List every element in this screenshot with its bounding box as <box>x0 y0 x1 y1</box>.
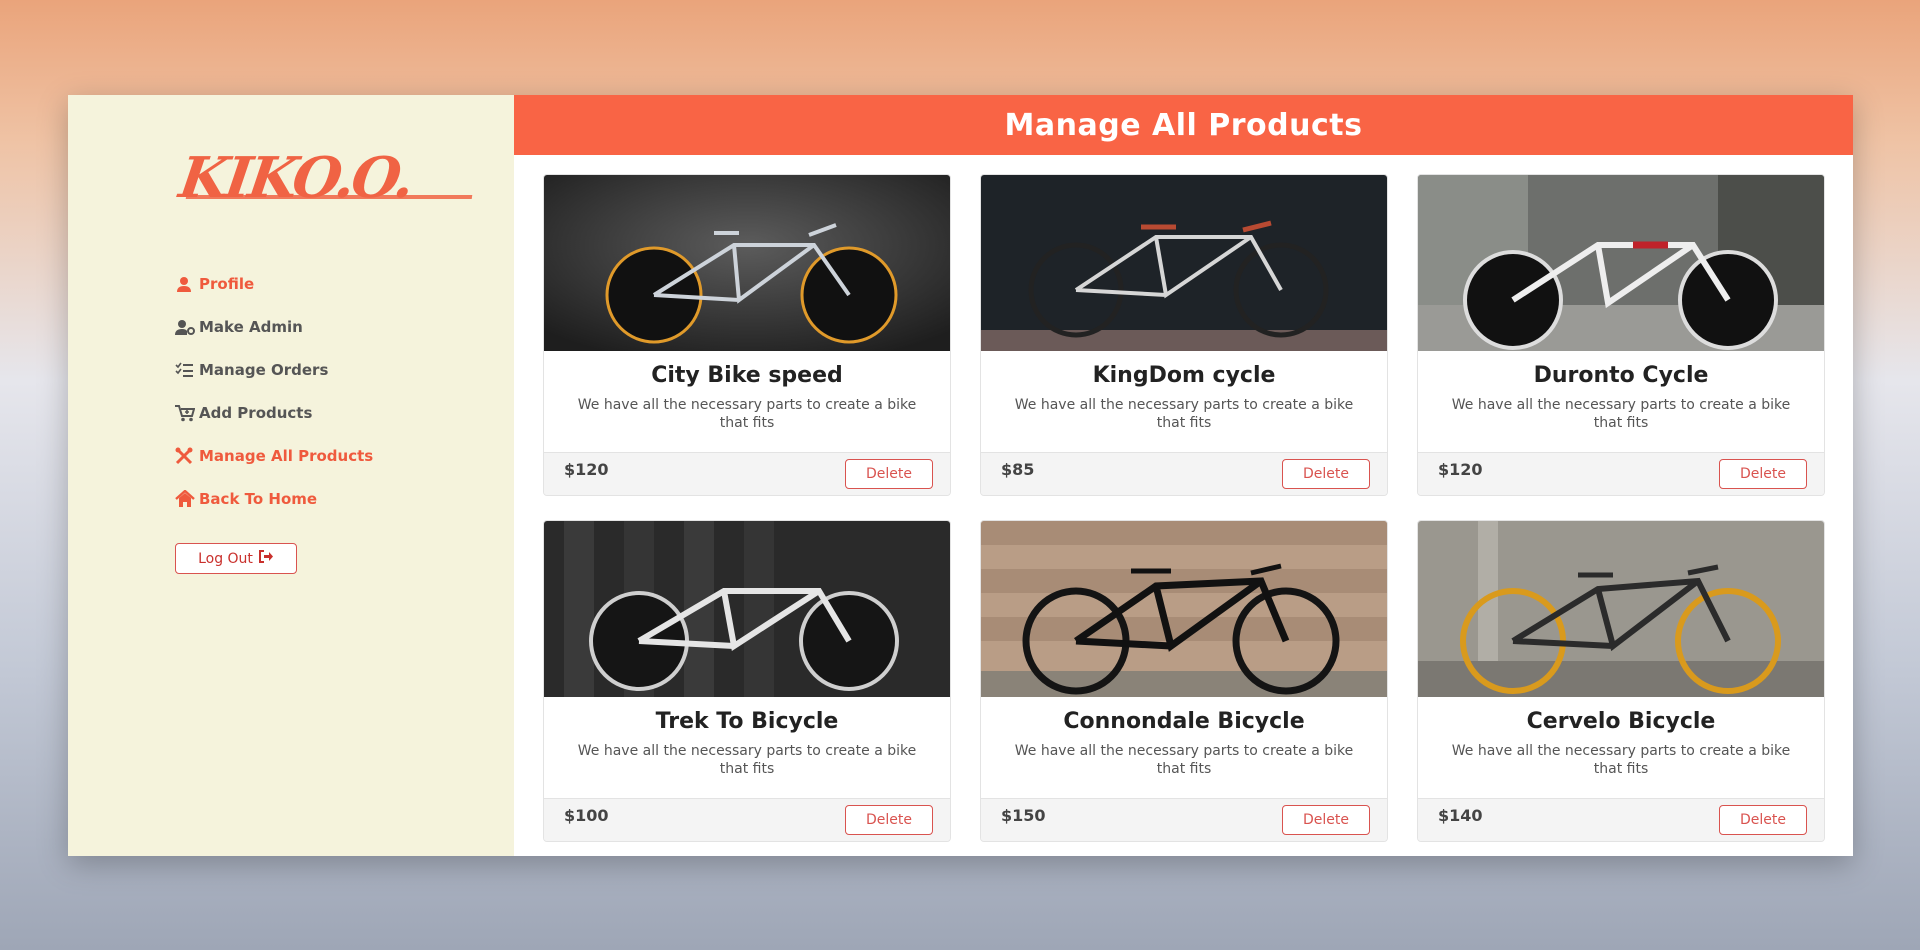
delete-button[interactable]: Delete <box>845 805 933 835</box>
sidebar-item-label: Make Admin <box>199 317 303 336</box>
product-body: Trek To Bicycle We have all the necessar… <box>544 697 950 798</box>
product-price: $100 <box>564 805 609 825</box>
sidebar-item-label: Manage All Products <box>199 446 374 465</box>
delete-button[interactable]: Delete <box>1719 459 1807 489</box>
sidebar-nav: Profile Make Admin Manage Orders Add Pro… <box>175 262 373 520</box>
product-image <box>981 521 1387 697</box>
product-name: KingDom cycle <box>1092 363 1276 388</box>
sign-out-icon <box>258 550 274 567</box>
product-footer: $100 Delete <box>544 798 950 841</box>
product-footer: $150 Delete <box>981 798 1387 841</box>
list-check-icon <box>175 361 193 379</box>
product-card: Connondale Bicycle We have all the neces… <box>980 520 1388 842</box>
product-price: $120 <box>564 459 609 479</box>
page-title: Manage All Products <box>514 95 1853 155</box>
product-footer: $85 Delete <box>981 452 1387 495</box>
product-card: KingDom cycle We have all the necessary … <box>980 174 1388 496</box>
product-body: KingDom cycle We have all the necessary … <box>981 351 1387 452</box>
product-footer: $140 Delete <box>1418 798 1824 841</box>
brand-logo[interactable]: KIKO.O. <box>175 145 415 211</box>
product-name: Cervelo Bicycle <box>1526 709 1716 734</box>
product-card: Cervelo Bicycle We have all the necessar… <box>1417 520 1825 842</box>
user-cog-icon <box>175 318 195 336</box>
product-footer: $120 Delete <box>544 452 950 495</box>
product-price: $150 <box>1001 805 1046 825</box>
sidebar-item-manage-orders[interactable]: Manage Orders <box>175 348 373 391</box>
sidebar-item-label: Manage Orders <box>199 360 329 379</box>
sidebar-item-label: Add Products <box>199 403 313 422</box>
product-name: Connondale Bicycle <box>1063 709 1305 734</box>
user-icon <box>175 275 193 293</box>
product-card: Duronto Cycle We have all the necessary … <box>1417 174 1825 496</box>
sidebar: KIKO.O. Profile Make Admin Manage Orders <box>68 95 514 856</box>
main-content: Manage All Products City Bike speed We h… <box>514 95 1853 856</box>
product-description: We have all the necessary parts to creat… <box>1014 743 1354 777</box>
product-footer: $120 Delete <box>1418 452 1824 495</box>
product-image <box>1418 521 1824 697</box>
delete-button[interactable]: Delete <box>845 459 933 489</box>
delete-button[interactable]: Delete <box>1282 459 1370 489</box>
delete-button[interactable]: Delete <box>1719 805 1807 835</box>
product-description: We have all the necessary parts to creat… <box>577 397 917 431</box>
product-description: We have all the necessary parts to creat… <box>1451 743 1791 777</box>
logo-underline <box>185 195 473 199</box>
product-body: City Bike speed We have all the necessar… <box>544 351 950 452</box>
product-description: We have all the necessary parts to creat… <box>577 743 917 777</box>
product-description: We have all the necessary parts to creat… <box>1451 397 1791 431</box>
product-description: We have all the necessary parts to creat… <box>1014 397 1354 431</box>
dashboard-window: KIKO.O. Profile Make Admin Manage Orders <box>68 95 1853 856</box>
product-body: Duronto Cycle We have all the necessary … <box>1418 351 1824 452</box>
product-image <box>544 175 950 351</box>
sidebar-item-manage-all-products[interactable]: Manage All Products <box>175 434 373 477</box>
sidebar-item-profile[interactable]: Profile <box>175 262 373 305</box>
product-image <box>544 521 950 697</box>
product-price: $140 <box>1438 805 1483 825</box>
product-name: Trek To Bicycle <box>655 709 839 734</box>
sidebar-item-make-admin[interactable]: Make Admin <box>175 305 373 348</box>
product-price: $120 <box>1438 459 1483 479</box>
delete-button[interactable]: Delete <box>1282 805 1370 835</box>
product-name: City Bike speed <box>651 363 843 388</box>
sidebar-item-back-to-home[interactable]: Back To Home <box>175 477 373 520</box>
product-image <box>1418 175 1824 351</box>
logout-label: Log Out <box>198 550 253 567</box>
sidebar-item-label: Back To Home <box>199 489 318 508</box>
product-price: $85 <box>1001 459 1035 479</box>
sidebar-item-add-products[interactable]: Add Products <box>175 391 373 434</box>
cart-plus-icon <box>175 404 196 422</box>
sidebar-item-label: Profile <box>199 274 255 293</box>
product-body: Connondale Bicycle We have all the neces… <box>981 697 1387 798</box>
product-name: Duronto Cycle <box>1533 363 1709 388</box>
product-image <box>981 175 1387 351</box>
home-icon <box>175 488 195 508</box>
product-card: City Bike speed We have all the necessar… <box>543 174 951 496</box>
tools-icon <box>175 447 193 465</box>
product-body: Cervelo Bicycle We have all the necessar… <box>1418 697 1824 798</box>
product-card: Trek To Bicycle We have all the necessar… <box>543 520 951 842</box>
logout-button[interactable]: Log Out <box>175 543 297 574</box>
